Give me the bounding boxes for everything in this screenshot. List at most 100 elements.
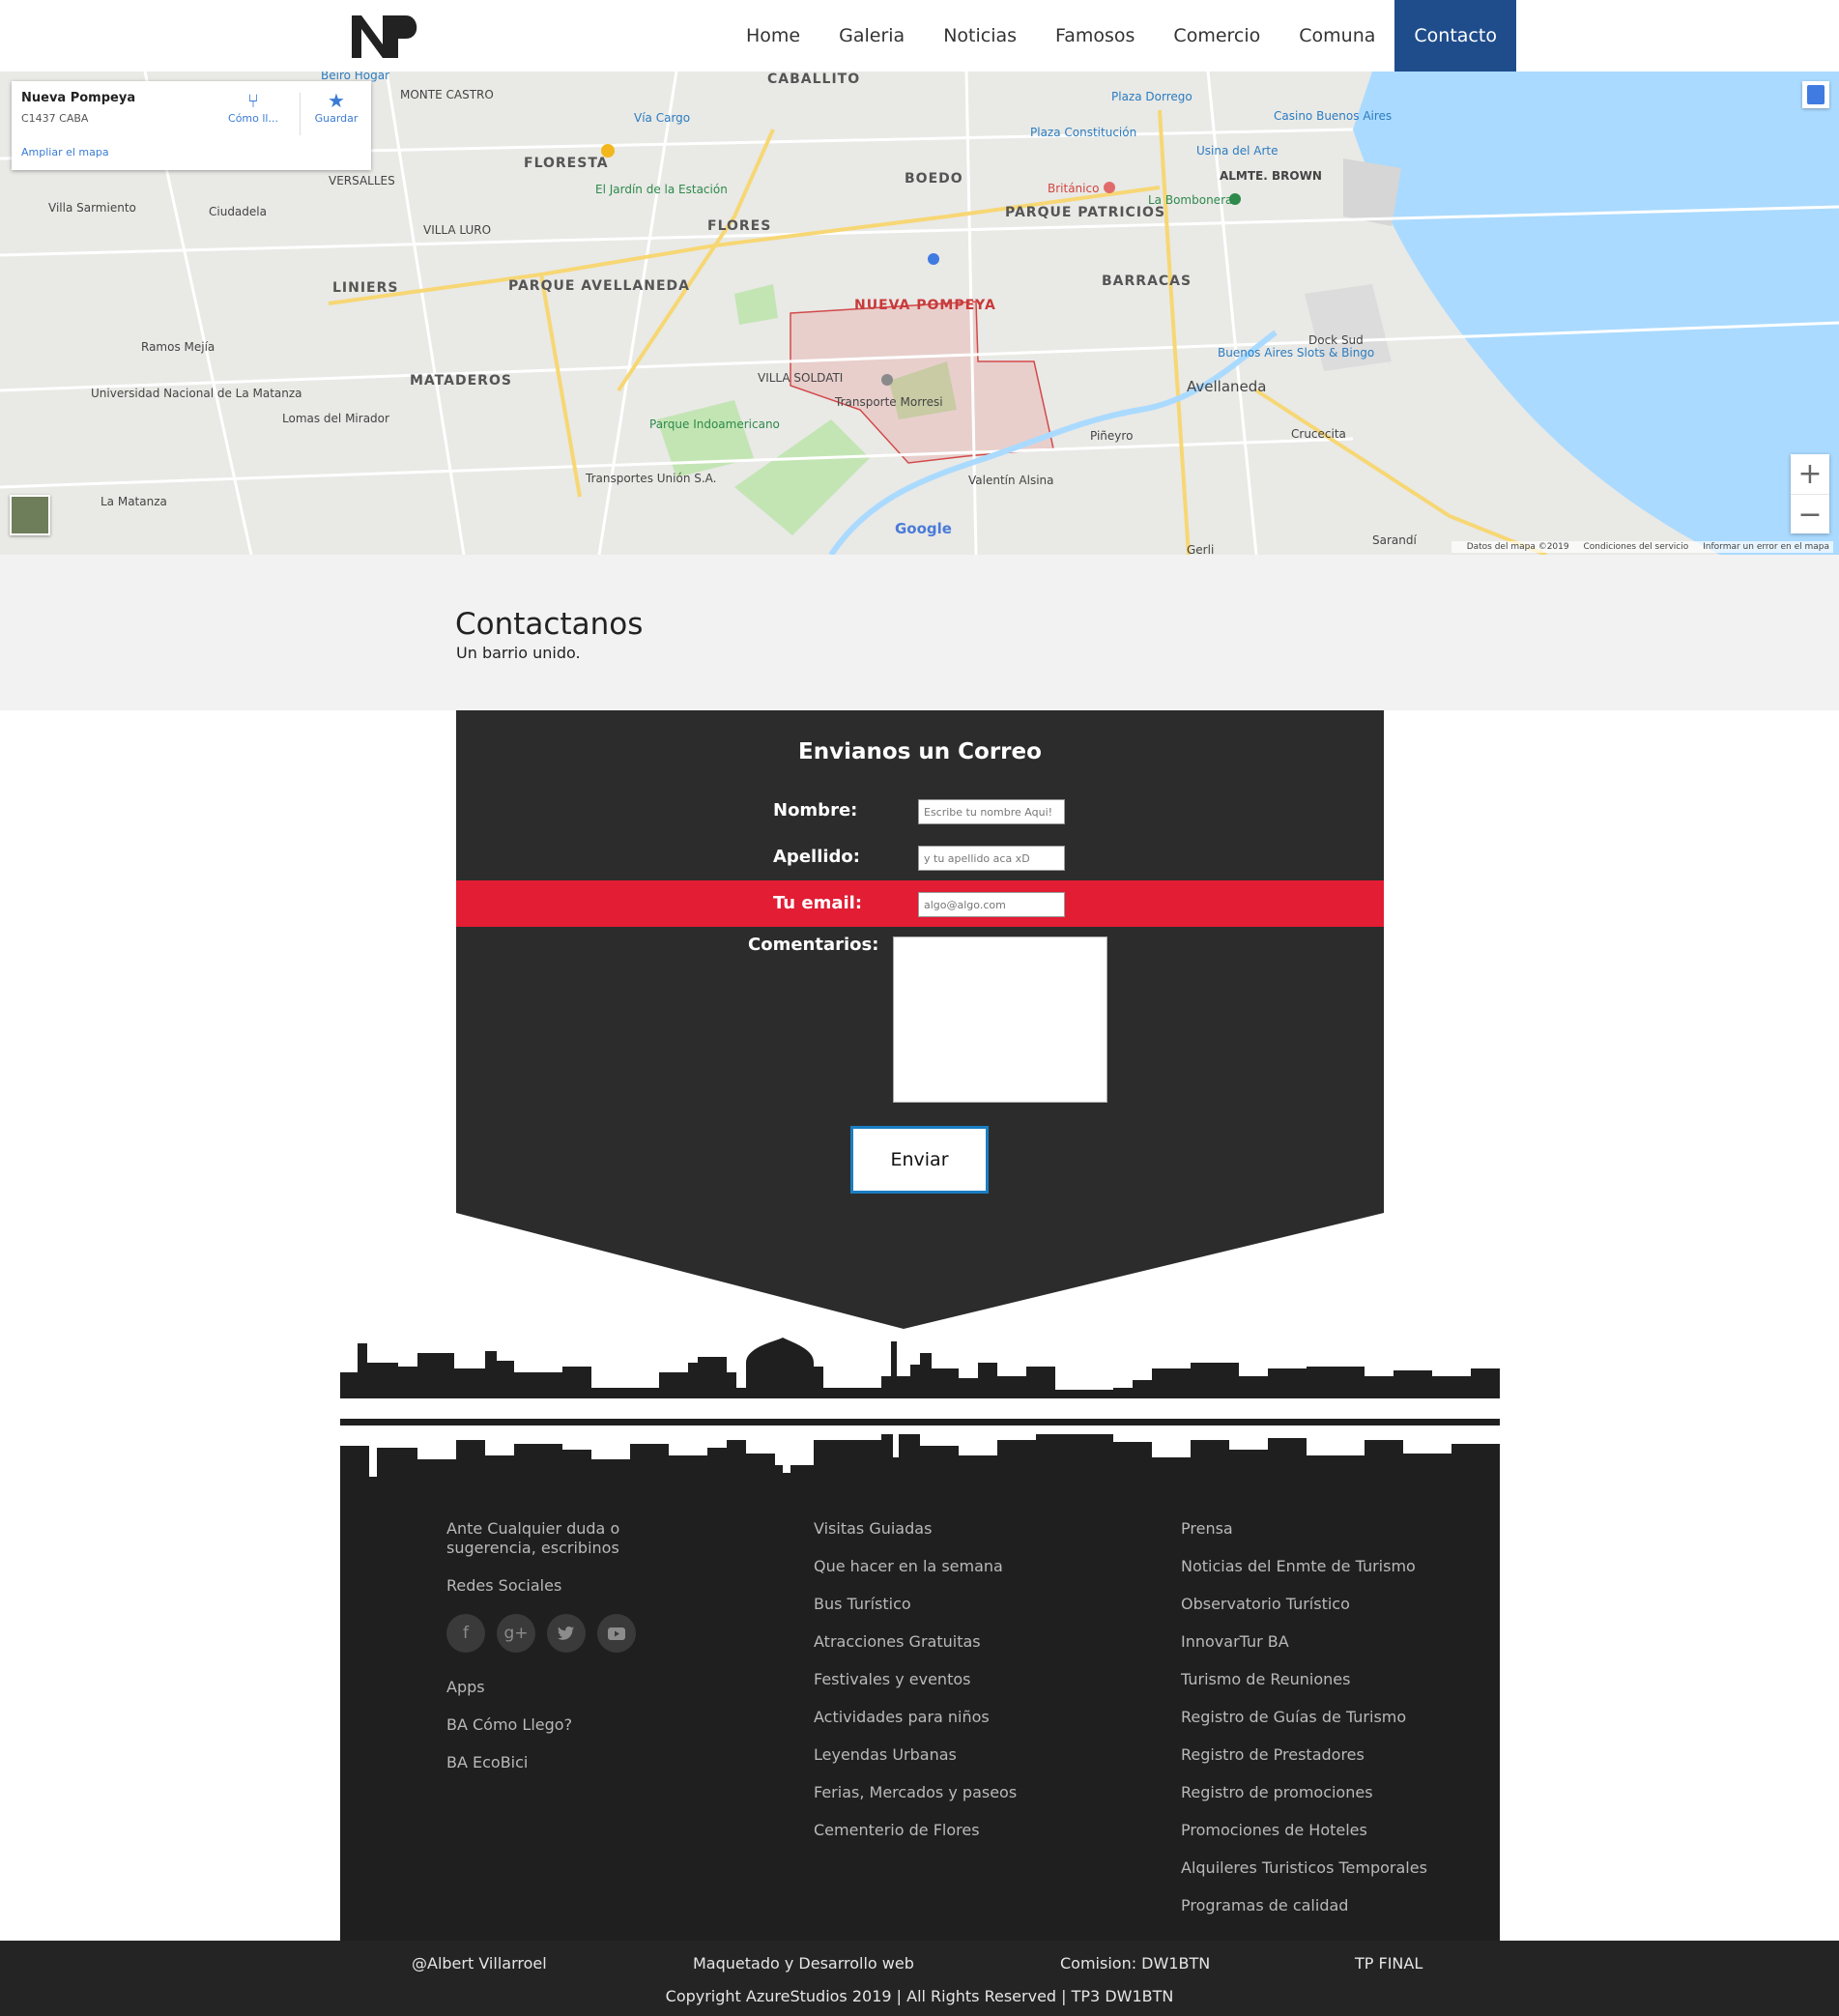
map-attribution: Datos del mapa ©2019 Condiciones del ser…: [1451, 541, 1833, 553]
footer-link[interactable]: Ferias, Mercados y paseos: [814, 1783, 1084, 1802]
footer-link[interactable]: Alquileres Turisticos Temporales: [1181, 1858, 1471, 1878]
footer-link[interactable]: Programas de calidad: [1181, 1896, 1471, 1915]
map-report-link[interactable]: Informar un error en el mapa: [1703, 542, 1829, 552]
map-label: Usina del Arte: [1196, 144, 1279, 158]
site-footer: Ante Cualquier duda o sugerencia, escrib…: [340, 1484, 1500, 1941]
enlarge-map-link[interactable]: Ampliar el mapa: [21, 146, 109, 158]
map-label: Ciudadela: [209, 205, 267, 218]
footer-link[interactable]: Promociones de Hoteles: [1181, 1821, 1471, 1840]
nav-contacto[interactable]: Contacto: [1394, 0, 1516, 72]
footer-link[interactable]: Atracciones Gratuitas: [814, 1632, 1084, 1652]
footer-link[interactable]: Registro de promociones: [1181, 1783, 1471, 1802]
footer-column-contact: Ante Cualquier duda o sugerencia, escrib…: [446, 1519, 659, 1791]
directions-button[interactable]: ⑂ Cómo ll...: [218, 89, 288, 125]
satellite-toggle[interactable]: [10, 495, 50, 535]
save-label: Guardar: [314, 112, 359, 125]
map-pin-icon[interactable]: [881, 374, 893, 386]
footer-link[interactable]: InnovarTur BA: [1181, 1632, 1471, 1652]
place-address: C1437 CABA: [21, 112, 89, 125]
map-terms-link[interactable]: Condiciones del servicio: [1583, 542, 1688, 552]
surname-input[interactable]: y tu apellido aca xD: [918, 846, 1065, 871]
footer-link[interactable]: Noticias del Enmte de Turismo: [1181, 1557, 1471, 1576]
footer-link[interactable]: Registro de Guías de Turismo: [1181, 1708, 1471, 1727]
map-pin-icon[interactable]: [1104, 182, 1115, 193]
email-input[interactable]: algo@algo.com: [918, 892, 1065, 917]
nav-home[interactable]: Home: [727, 0, 819, 72]
map-label: Transportes Unión S.A.: [585, 472, 717, 485]
footer-intro: Ante Cualquier duda o sugerencia, escrib…: [446, 1519, 620, 1557]
embedded-map[interactable]: CABALLITO FLORESTA BOEDO FLORES PARQUE P…: [0, 72, 1839, 555]
map-label: BOEDO: [905, 171, 963, 187]
save-button[interactable]: ★ Guardar: [302, 89, 371, 125]
contact-form: Envianos un Correo Nombre: Escribe tu no…: [456, 710, 1384, 1329]
map-label: Universidad Nacional de La Matanza: [91, 387, 302, 400]
site-header: Home Galeria Noticias Famosos Comercio C…: [0, 0, 1839, 72]
nav-famosos[interactable]: Famosos: [1036, 0, 1154, 72]
copyright: Copyright AzureStudios 2019 | All Rights…: [665, 1987, 1174, 2005]
footer-link[interactable]: Leyendas Urbanas: [814, 1745, 1084, 1765]
map-pin-icon[interactable]: [1229, 193, 1241, 205]
youtube-icon[interactable]: [597, 1614, 636, 1653]
map-label: BARRACAS: [1102, 274, 1192, 289]
map-label: Valentín Alsina: [968, 474, 1054, 487]
site-logo[interactable]: [350, 12, 423, 60]
map-label: VILLA SOLDATI: [758, 371, 843, 385]
map-label: Transporte Morresi: [834, 395, 943, 409]
nav-comercio[interactable]: Comercio: [1154, 0, 1279, 72]
map-label: MONTE CASTRO: [400, 88, 494, 101]
google-plus-icon[interactable]: g+: [497, 1614, 535, 1653]
twitter-icon[interactable]: [547, 1614, 586, 1653]
nav-comuna[interactable]: Comuna: [1279, 0, 1394, 72]
social-links: f g+: [446, 1614, 659, 1653]
nav-noticias[interactable]: Noticias: [924, 0, 1036, 72]
street-view-pegman-icon[interactable]: [1802, 81, 1829, 108]
footer-link[interactable]: Visitas Guiadas: [814, 1519, 1084, 1539]
author-credit: @Albert Villarroel: [412, 1954, 547, 1973]
map-label: Sarandí: [1372, 533, 1417, 547]
place-name: Nueva Pompeya: [21, 91, 136, 105]
comments-textarea[interactable]: [893, 936, 1107, 1103]
map-label: Vía Cargo: [634, 111, 690, 125]
map-label: Dock Sud: [1308, 333, 1364, 347]
email-row: Tu email: algo@algo.com: [456, 880, 1384, 927]
submit-button[interactable]: Enviar: [850, 1126, 989, 1194]
footer-link[interactable]: BA EcoBici: [446, 1753, 659, 1772]
directions-icon: ⑂: [247, 89, 259, 112]
map-label: Plaza Constitución: [1030, 126, 1136, 139]
footer-link[interactable]: Actividades para niños: [814, 1708, 1084, 1727]
footer-link[interactable]: Cementerio de Flores: [814, 1821, 1084, 1840]
map-label: LINIERS: [332, 280, 398, 296]
map-place-card: Nueva Pompeya C1437 CABA Ampliar el mapa…: [12, 81, 371, 170]
map-label: Avellaneda: [1187, 378, 1266, 395]
footer-link[interactable]: Observatorio Turístico: [1181, 1595, 1471, 1614]
map-data-credit: Datos del mapa ©2019: [1466, 542, 1569, 552]
name-row: Nombre: Escribe tu nombre Aqui!: [456, 788, 1384, 834]
footer-link[interactable]: Festivales y eventos: [814, 1670, 1084, 1689]
map-label: VERSALLES: [329, 174, 395, 187]
nav-galeria[interactable]: Galeria: [819, 0, 924, 72]
map-pin-icon[interactable]: [601, 144, 615, 158]
zoom-in-button[interactable]: +: [1791, 454, 1829, 494]
footer-link[interactable]: Registro de Prestadores: [1181, 1745, 1471, 1765]
footer-link[interactable]: Que hacer en la semana: [814, 1557, 1084, 1576]
project-credit: TP FINAL: [1355, 1954, 1423, 1973]
footer-link[interactable]: Bus Turístico: [814, 1595, 1084, 1614]
map-label: Parque Indoamericano: [649, 418, 780, 431]
google-logo: Google: [895, 520, 952, 537]
footer-link[interactable]: Turismo de Reuniones: [1181, 1670, 1471, 1689]
footer-link[interactable]: Prensa: [1181, 1519, 1471, 1539]
map-label: Piñeyro: [1090, 429, 1133, 443]
map-pin-icon[interactable]: [928, 253, 939, 265]
surname-row: Apellido: y tu apellido aca xD: [456, 834, 1384, 880]
page-title: Contactanos: [455, 607, 644, 642]
map-label: Plaza Dorrego: [1111, 90, 1192, 103]
map-label: Villa Sarmiento: [48, 201, 136, 215]
page-subtitle: Un barrio unido.: [456, 644, 581, 662]
footer-link[interactable]: BA Cómo Llego?: [446, 1715, 659, 1735]
map-label: Buenos Aires Slots & Bingo: [1218, 346, 1374, 360]
name-input[interactable]: Escribe tu nombre Aqui!: [918, 799, 1065, 824]
zoom-out-button[interactable]: −: [1791, 494, 1829, 533]
city-skyline: [340, 1334, 1500, 1488]
footer-column-tourism: Visitas Guiadas Que hacer en la semana B…: [814, 1519, 1084, 1858]
facebook-icon[interactable]: f: [446, 1614, 485, 1653]
